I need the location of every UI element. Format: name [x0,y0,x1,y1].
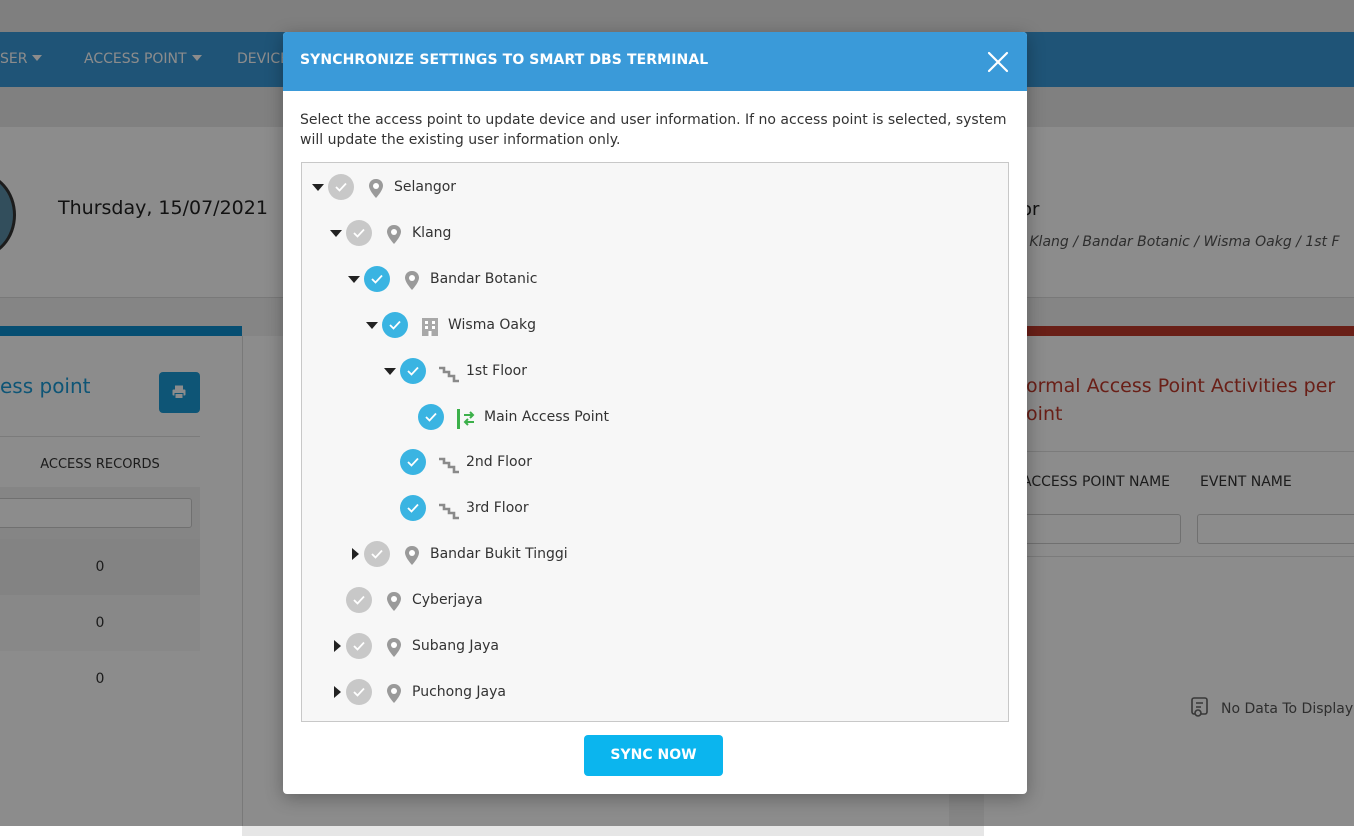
node-checkbox[interactable] [418,403,444,430]
tree-node-label: 2nd Floor [466,454,532,471]
close-icon [987,51,1009,73]
tree-node-label: Cyberjaya [412,592,483,609]
check-icon [353,228,365,238]
check-icon [353,595,365,605]
location-pin-icon [366,178,386,200]
tree-node-label: Puchong Jaya [412,683,506,700]
caret-right-icon[interactable] [352,548,359,561]
check-icon [335,182,347,192]
check-icon [425,412,437,422]
caret-down-icon[interactable] [348,275,360,283]
check-icon [407,458,419,468]
stairs-icon [438,499,459,521]
check-icon [353,641,365,651]
tree-node-label: Wisma Oakg [448,316,536,333]
tree-node-puchong-jaya[interactable]: Puchong Jaya [302,678,1002,709]
check-icon [371,274,383,284]
modal-title: SYNCHRONIZE SETTINGS TO SMART DBS TERMIN… [300,52,709,68]
caret-right-icon[interactable] [334,640,341,652]
check-icon [407,504,419,514]
tree-node-subang-jaya[interactable]: Subang Jaya [302,633,1002,663]
tree-node-3rd-floor[interactable]: 3rd Floor [302,495,1002,525]
node-checkbox[interactable] [328,174,354,200]
access-point-icon [456,408,476,430]
node-checkbox[interactable] [346,587,372,614]
tree-node-cyberjaya[interactable]: Cyberjaya [302,587,1002,617]
node-checkbox[interactable] [346,219,372,246]
node-checkbox[interactable] [382,311,408,338]
tree-node-label: 3rd Floor [466,500,529,517]
node-checkbox[interactable] [400,449,426,476]
modal-description: Select the access point to update device… [300,112,1007,148]
node-checkbox[interactable] [400,495,426,522]
tree-node-bandar-bukit-tinggi[interactable]: Bandar Bukit Tinggi [302,541,1002,571]
tree-node-klang[interactable]: Klang [302,219,1002,250]
tree-node-label: Bandar Botanic [430,270,538,287]
close-button[interactable] [986,50,1010,74]
check-icon [389,320,401,330]
node-checkbox[interactable] [346,633,372,659]
sync-settings-modal: SYNCHRONIZE SETTINGS TO SMART DBS TERMIN… [283,32,1027,794]
access-point-tree[interactable]: Selangor Klang Bandar Botanic Wisma Oakg 1st… [301,162,1009,722]
location-pin-icon [384,591,404,613]
tree-node-selangor[interactable]: Selangor [302,174,1002,204]
caret-right-icon[interactable] [334,685,341,698]
location-pin-icon [384,683,404,705]
caret-down-icon[interactable] [366,321,378,329]
check-icon [407,366,419,376]
building-icon [420,316,440,338]
caret-down-icon[interactable] [384,367,396,375]
node-checkbox[interactable] [346,678,372,705]
caret-down-icon[interactable] [312,184,324,191]
tree-node-bandar-botanic[interactable]: Bandar Botanic [302,265,1002,296]
check-icon [371,550,383,559]
tree-node-2nd-floor[interactable]: 2nd Floor [302,449,1002,479]
location-pin-icon [402,545,422,567]
caret-down-icon[interactable] [330,229,342,237]
location-pin-icon [402,270,422,292]
sync-now-button[interactable]: SYNC NOW [584,735,723,776]
tree-node-label: Main Access Point [484,408,610,425]
tree-node-1st-floor[interactable]: 1st Floor [302,357,1002,388]
tree-node-label: 1st Floor [466,362,527,379]
tree-node-main-access-point[interactable]: Main Access Point [302,403,1002,434]
tree-node-wisma-oakg[interactable]: Wisma Oakg [302,311,1002,342]
tree-node-label: Subang Jaya [412,638,500,654]
tree-node-label: Klang [412,224,452,241]
stairs-icon [438,362,459,384]
modal-header: SYNCHRONIZE SETTINGS TO SMART DBS TERMIN… [283,32,1027,91]
location-pin-icon [384,224,404,246]
check-icon [353,687,365,697]
stairs-icon [438,453,459,475]
tree-node-label: Bandar Bukit Tinggi [430,546,568,563]
node-checkbox[interactable] [364,541,390,568]
node-checkbox[interactable] [400,357,426,384]
location-pin-icon [384,637,404,659]
tree-node-label: Selangor [394,179,457,195]
node-checkbox[interactable] [364,265,390,292]
